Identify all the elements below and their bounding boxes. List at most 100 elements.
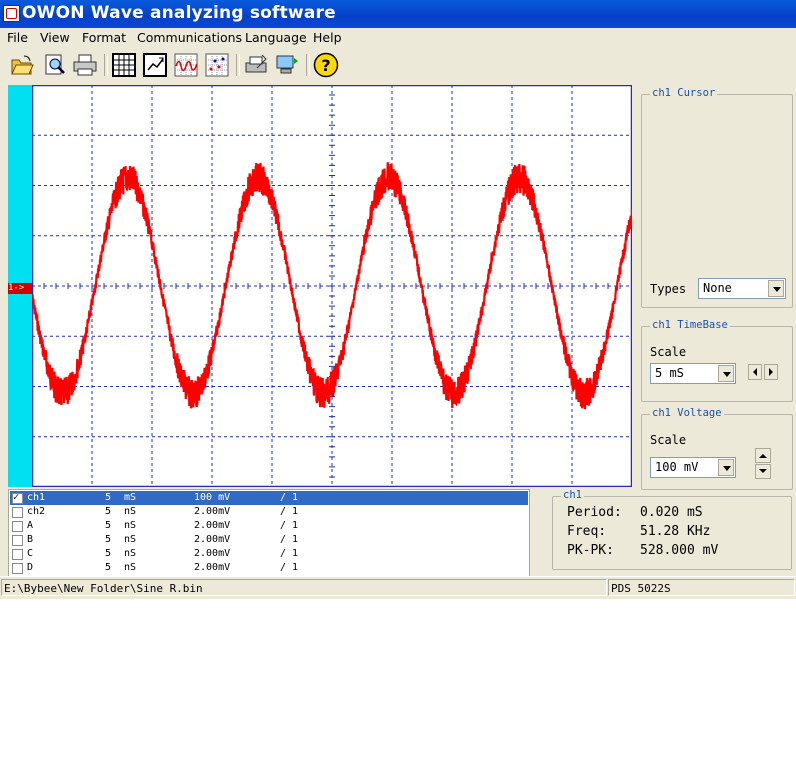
channel-list: ch1 5 mS 100 mV / 1 ch2 5 nS 2.00mV / 1 A 5 nS 2.00mV… bbox=[8, 489, 530, 577]
channel-div: / 1 bbox=[280, 492, 299, 503]
timebase-right-button[interactable] bbox=[764, 364, 778, 380]
pkpk-value: 528.000 mV bbox=[640, 543, 719, 558]
channel-div: / 1 bbox=[280, 548, 299, 559]
period-value: 0.020 mS bbox=[640, 505, 703, 520]
timebase-left-button[interactable] bbox=[748, 364, 762, 380]
help-glyph: ? bbox=[321, 56, 330, 75]
channel-time-unit: nS bbox=[124, 506, 137, 517]
menu-bar: File View Format Communications Language… bbox=[0, 28, 796, 48]
channel-time: 5 bbox=[105, 506, 112, 517]
print-setup-icon[interactable] bbox=[243, 52, 269, 78]
timebase-scale-value: 5 mS bbox=[655, 366, 684, 380]
voltage-up-button[interactable] bbox=[755, 448, 771, 463]
waveform-plot bbox=[30, 84, 634, 488]
voltage-down-button[interactable] bbox=[755, 464, 771, 479]
channel-div: / 1 bbox=[280, 534, 299, 545]
waveform-icon[interactable] bbox=[173, 52, 199, 78]
channel-time: 5 bbox=[105, 534, 112, 545]
channel-checkbox[interactable] bbox=[12, 549, 23, 560]
channel-name: B bbox=[27, 534, 34, 545]
channel-row[interactable]: B 5 nS 2.00mV / 1 bbox=[10, 533, 528, 547]
channel-div: / 1 bbox=[280, 506, 299, 517]
freq-value: 51.28 KHz bbox=[640, 524, 711, 539]
channel-row[interactable]: C 5 nS 2.00mV / 1 bbox=[10, 547, 528, 561]
scatter-chart-icon[interactable] bbox=[204, 52, 230, 78]
channel-time-unit: nS bbox=[124, 562, 137, 573]
menu-format[interactable]: Format bbox=[82, 30, 126, 45]
voltage-group: ch1 Voltage Scale 100 mV bbox=[641, 407, 793, 490]
channel-volt: 2.00mV bbox=[194, 548, 231, 559]
voltage-scale-label: Scale bbox=[650, 433, 687, 447]
channel-checkbox[interactable] bbox=[12, 507, 23, 518]
channel-name: ch2 bbox=[27, 506, 46, 517]
channel-div: / 1 bbox=[280, 520, 299, 531]
channel-time-unit: nS bbox=[124, 548, 137, 559]
right-panel: ch1 Cursor Types None ch1 TimeBase Scale… bbox=[638, 82, 796, 490]
chevron-down-icon[interactable] bbox=[718, 365, 734, 382]
voltage-scale-select[interactable]: 100 mV bbox=[650, 457, 736, 478]
menu-view[interactable]: View bbox=[40, 30, 70, 45]
channel-volt: 100 mV bbox=[194, 492, 231, 503]
status-device: PDS 5022S bbox=[608, 579, 795, 596]
channel-name: D bbox=[27, 562, 34, 573]
channel-volt: 2.00mV bbox=[194, 534, 231, 545]
channel-volt: 2.00mV bbox=[194, 506, 231, 517]
channel-volt: 2.00mV bbox=[194, 520, 231, 531]
channel-name: C bbox=[27, 548, 34, 559]
channel-time: 5 bbox=[105, 492, 112, 503]
channel-row[interactable]: ch2 5 nS 2.00mV / 1 bbox=[10, 505, 528, 519]
channel-row[interactable]: ch1 5 mS 100 mV / 1 bbox=[10, 491, 528, 505]
channel-time-unit: nS bbox=[124, 534, 137, 545]
channel-time: 5 bbox=[105, 520, 112, 531]
chevron-down-icon[interactable] bbox=[768, 280, 784, 297]
channel-marker[interactable]: 1-> bbox=[8, 283, 32, 294]
channel-time: 5 bbox=[105, 562, 112, 573]
freq-label: Freq: bbox=[567, 524, 607, 539]
toolbar: ? bbox=[0, 48, 796, 83]
channel-div: / 1 bbox=[280, 562, 299, 573]
channel-row[interactable]: A 5 nS 2.00mV / 1 bbox=[10, 519, 528, 533]
zoom-chart-icon[interactable] bbox=[142, 52, 168, 78]
channel-time-unit: nS bbox=[124, 520, 137, 531]
timebase-group-title: ch1 TimeBase bbox=[650, 319, 730, 331]
pkpk-label: PK-PK: bbox=[567, 543, 614, 558]
window-title: OWON Wave analyzing software bbox=[22, 3, 336, 23]
channel-checkbox[interactable] bbox=[12, 521, 23, 532]
connect-icon[interactable] bbox=[274, 52, 300, 78]
menu-language[interactable]: Language bbox=[245, 30, 307, 45]
printer-icon[interactable] bbox=[72, 52, 98, 78]
app-icon[interactable] bbox=[3, 5, 20, 22]
table-icon[interactable] bbox=[111, 52, 137, 78]
channel-checkbox[interactable] bbox=[12, 491, 23, 505]
voltage-group-title: ch1 Voltage bbox=[650, 407, 724, 419]
channel-name: ch1 bbox=[27, 492, 46, 503]
types-value: None bbox=[703, 281, 732, 295]
timebase-scale-label: Scale bbox=[650, 345, 687, 359]
status-file-path: E:\Bybee\New Folder\Sine R.bin bbox=[1, 579, 607, 596]
cursor-group-title: ch1 Cursor bbox=[650, 87, 718, 99]
scope-display[interactable] bbox=[30, 84, 634, 488]
menu-help[interactable]: Help bbox=[313, 30, 342, 45]
types-label: Types bbox=[650, 282, 687, 296]
timebase-scale-select[interactable]: 5 mS bbox=[650, 363, 736, 384]
open-folder-icon[interactable] bbox=[9, 52, 35, 78]
channel-checkbox[interactable] bbox=[12, 535, 23, 546]
chevron-down-icon[interactable] bbox=[718, 459, 734, 476]
menu-communications[interactable]: Communications bbox=[137, 30, 242, 45]
channel-row[interactable]: D 5 nS 2.00mV / 1 bbox=[10, 561, 528, 575]
cursor-group: ch1 Cursor Types None bbox=[641, 87, 793, 308]
channel-time: 5 bbox=[105, 548, 112, 559]
types-select[interactable]: None bbox=[698, 278, 786, 299]
menu-file[interactable]: File bbox=[7, 30, 28, 45]
channel-volt: 2.00mV bbox=[194, 562, 231, 573]
channel-checkbox[interactable] bbox=[12, 563, 23, 574]
status-bar: E:\Bybee\New Folder\Sine R.bin PDS 5022S bbox=[0, 576, 796, 599]
voltage-scale-value: 100 mV bbox=[655, 460, 699, 474]
measure-group-title: ch1 bbox=[561, 489, 584, 501]
timebase-group: ch1 TimeBase Scale 5 mS bbox=[641, 319, 793, 402]
period-label: Period: bbox=[567, 505, 622, 520]
print-preview-icon[interactable] bbox=[42, 52, 68, 78]
help-icon[interactable]: ? bbox=[313, 52, 339, 78]
measure-group: ch1 Period: 0.020 mS Freq: 51.28 KHz PK-… bbox=[552, 489, 792, 570]
channel-time-unit: mS bbox=[124, 492, 137, 503]
